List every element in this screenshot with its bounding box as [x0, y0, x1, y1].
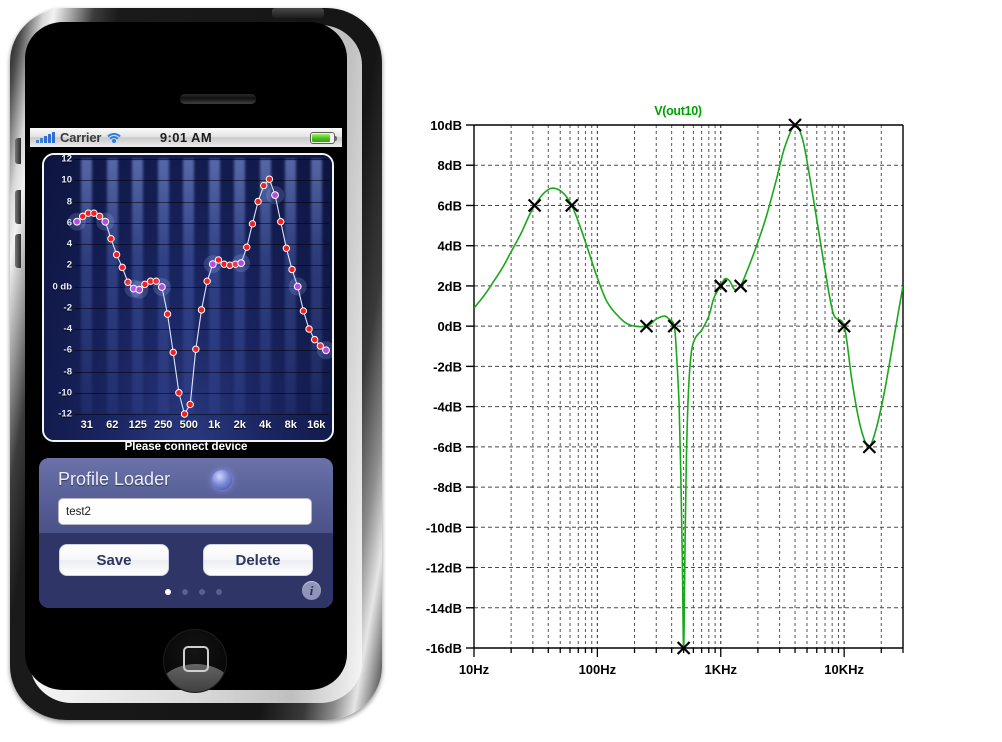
equalizer-band-handle[interactable] — [322, 346, 330, 355]
equalizer-band-point — [299, 307, 308, 315]
power-button[interactable] — [272, 8, 324, 18]
profile-loader-title: Profile Loader — [58, 469, 171, 489]
status-bar-clock: 9:01 AM — [159, 130, 213, 145]
chart-y-tick-label: 10dB — [430, 118, 462, 133]
equalizer-band-point — [243, 243, 251, 251]
equalizer-curve-path — [76, 178, 327, 416]
page-dot[interactable] — [182, 589, 188, 595]
equalizer-band-point — [305, 325, 313, 333]
page-dot[interactable] — [199, 589, 205, 595]
equalizer-band-handle[interactable] — [73, 217, 81, 226]
equalizer-band-point — [186, 400, 194, 409]
chart-y-tick-label: -14dB — [426, 601, 462, 616]
equalizer-band-point — [214, 256, 223, 264]
home-square-icon — [183, 646, 209, 672]
equalizer-band-handle[interactable] — [237, 259, 246, 268]
battery-icon — [310, 131, 337, 144]
volume-up-button[interactable] — [15, 190, 21, 224]
chart-y-tick-label: 8dB — [437, 158, 462, 173]
equalizer-band-point — [163, 310, 172, 318]
profile-loader-panel: Profile Loader Save Delete i — [39, 458, 333, 608]
equalizer-band-handle[interactable] — [271, 191, 279, 200]
chart-y-tick-label: -8dB — [433, 480, 462, 495]
equalizer-band-point — [180, 410, 189, 418]
chart-y-tick-label: -6dB — [433, 440, 462, 455]
status-orb-icon — [212, 470, 232, 490]
page-indicator-dots[interactable] — [165, 589, 222, 595]
equalizer-band-point — [260, 181, 268, 190]
equalizer-band-handle[interactable] — [101, 217, 110, 226]
info-icon[interactable]: i — [302, 581, 321, 600]
chart-y-tick-label: 0dB — [437, 319, 462, 334]
chart-x-tick-label: 10Hz — [459, 662, 490, 676]
delete-button[interactable]: Delete — [203, 544, 313, 576]
connection-status-text: Please connect device — [124, 441, 248, 453]
page-dot[interactable] — [216, 589, 222, 595]
chart-y-tick-label: 6dB — [437, 198, 462, 213]
profile-loader-actions: Save Delete i — [39, 533, 333, 608]
page-dot[interactable] — [165, 589, 171, 595]
equalizer-graph[interactable]: 121086420 db-2-4-6-8-10-12 3162125250500… — [42, 153, 334, 442]
equalizer-band-point — [107, 234, 115, 243]
home-button[interactable] — [163, 629, 227, 693]
equalizer-band-point — [248, 220, 257, 228]
chart-y-tick-label: 2dB — [437, 279, 462, 294]
equalizer-band-point — [192, 345, 200, 353]
chart-x-tick-label: 10KHz — [824, 662, 864, 676]
equalizer-band-point — [265, 175, 274, 183]
equalizer-band-point — [282, 244, 291, 252]
chart-x-tick-label: 100Hz — [579, 662, 617, 676]
status-bar: Carrier 9:01 AM — [30, 128, 342, 147]
chart-y-tick-label: 4dB — [437, 239, 462, 254]
equalizer-band-handle[interactable] — [135, 285, 144, 294]
equalizer-band-point — [169, 348, 177, 357]
volume-down-button[interactable] — [15, 234, 21, 268]
chart-x-tick-label: 1KHz — [704, 662, 737, 676]
silent-switch[interactable] — [15, 138, 21, 164]
chart-plot-area[interactable]: 10dB 8dB 6dB 4dB 2dB 0dB -2dB -4dB -6dB -8dB -10dB… — [418, 104, 938, 676]
chart-y-tick-label: -10dB — [426, 520, 462, 535]
equalizer-band-point — [197, 306, 206, 314]
equalizer-band-point — [112, 250, 121, 259]
earpiece-speaker-icon — [180, 94, 256, 103]
equalizer-band-point — [175, 389, 183, 397]
chart-y-tick-label: -12dB — [426, 561, 462, 576]
save-button[interactable]: Save — [59, 544, 169, 576]
equalizer-band-handle[interactable] — [157, 283, 166, 291]
equalizer-curve[interactable] — [44, 155, 332, 440]
phone-screen: Carrier 9:01 AM 121086420 db-2-4-6-8-10-… — [30, 128, 342, 620]
frequency-response-chart: V(out10) 10dB 8dB 6dB 4dB 2dB 0dB -2dB -4dB -6dB… — [418, 104, 938, 676]
equalizer-band-point — [288, 265, 296, 274]
chart-y-tick-label: -16dB — [426, 641, 462, 656]
equalizer-band-point — [118, 263, 126, 272]
equalizer-band-point — [277, 217, 285, 226]
equalizer-band-handle[interactable] — [293, 282, 302, 291]
iphone-device: Carrier 9:01 AM 121086420 db-2-4-6-8-10-… — [0, 0, 400, 742]
equalizer-band-point — [203, 277, 211, 285]
profile-name-input[interactable] — [58, 498, 312, 525]
chart-y-tick-label: -4dB — [433, 400, 462, 415]
equalizer-band-handle[interactable] — [208, 260, 217, 269]
equalizer-band-point — [254, 197, 262, 206]
profile-loader-header: Profile Loader — [39, 458, 333, 533]
chart-y-tick-label: -2dB — [433, 359, 462, 374]
equalizer-band-point — [310, 335, 319, 344]
